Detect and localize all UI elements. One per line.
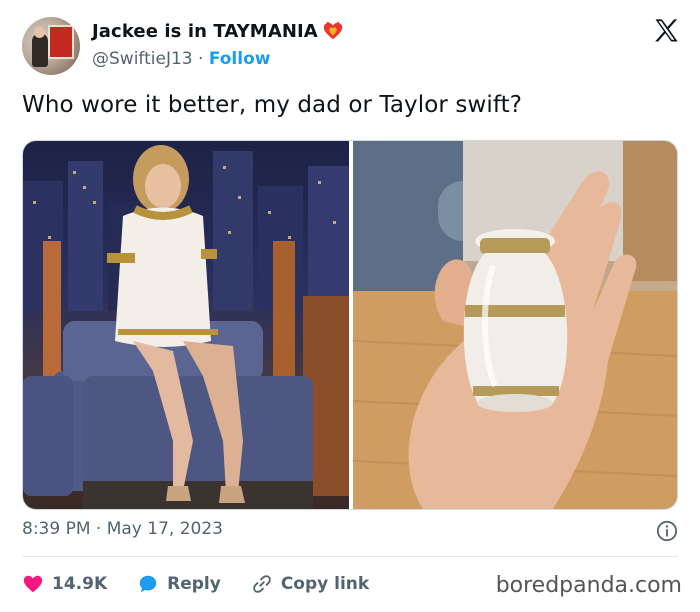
copy-link-label: Copy link: [280, 574, 370, 594]
copy-link-button[interactable]: Copy link: [251, 573, 369, 595]
photo-urn-illustration: [353, 141, 677, 509]
separator-dot: ·: [198, 49, 204, 69]
link-icon: [253, 575, 271, 593]
heart-fire-badge-icon: [323, 21, 343, 40]
reply-bubble-icon: [139, 575, 157, 593]
reply-label: Reply: [167, 574, 221, 594]
author-handle-line: @SwiftieJ13 · Follow: [92, 49, 270, 69]
like-button[interactable]: 14.9K: [22, 573, 107, 595]
avatar[interactable]: [22, 17, 80, 75]
watermark: boredpanda.com: [495, 573, 682, 598]
heart-icon: [23, 575, 43, 593]
photo-taylor-swift[interactable]: [23, 141, 349, 509]
reply-button[interactable]: Reply: [137, 573, 221, 595]
tweet-actions: 14.9K Reply Copy link: [22, 570, 399, 598]
photo-taylor-swift-illustration: [23, 145, 349, 509]
author-name-line[interactable]: Jackee is in TAYMANIA: [92, 20, 344, 42]
x-logo-icon[interactable]: [652, 17, 680, 45]
media-grid[interactable]: [22, 140, 678, 510]
author-handle[interactable]: @SwiftieJ13: [92, 49, 193, 69]
like-count: 14.9K: [52, 574, 108, 594]
author-name[interactable]: Jackee is in TAYMANIA: [92, 21, 318, 42]
tweet-text: Who wore it better, my dad or Taylor swi…: [22, 92, 523, 118]
photo-urn-in-hand[interactable]: [353, 141, 677, 509]
info-icon[interactable]: [656, 520, 678, 542]
divider: [22, 556, 678, 557]
tweet-header: Jackee is in TAYMANIA @SwiftieJ13 · Foll…: [22, 15, 682, 77]
follow-button[interactable]: Follow: [209, 49, 271, 69]
tweet-timestamp[interactable]: 8:39 PM · May 17, 2023: [22, 519, 223, 539]
